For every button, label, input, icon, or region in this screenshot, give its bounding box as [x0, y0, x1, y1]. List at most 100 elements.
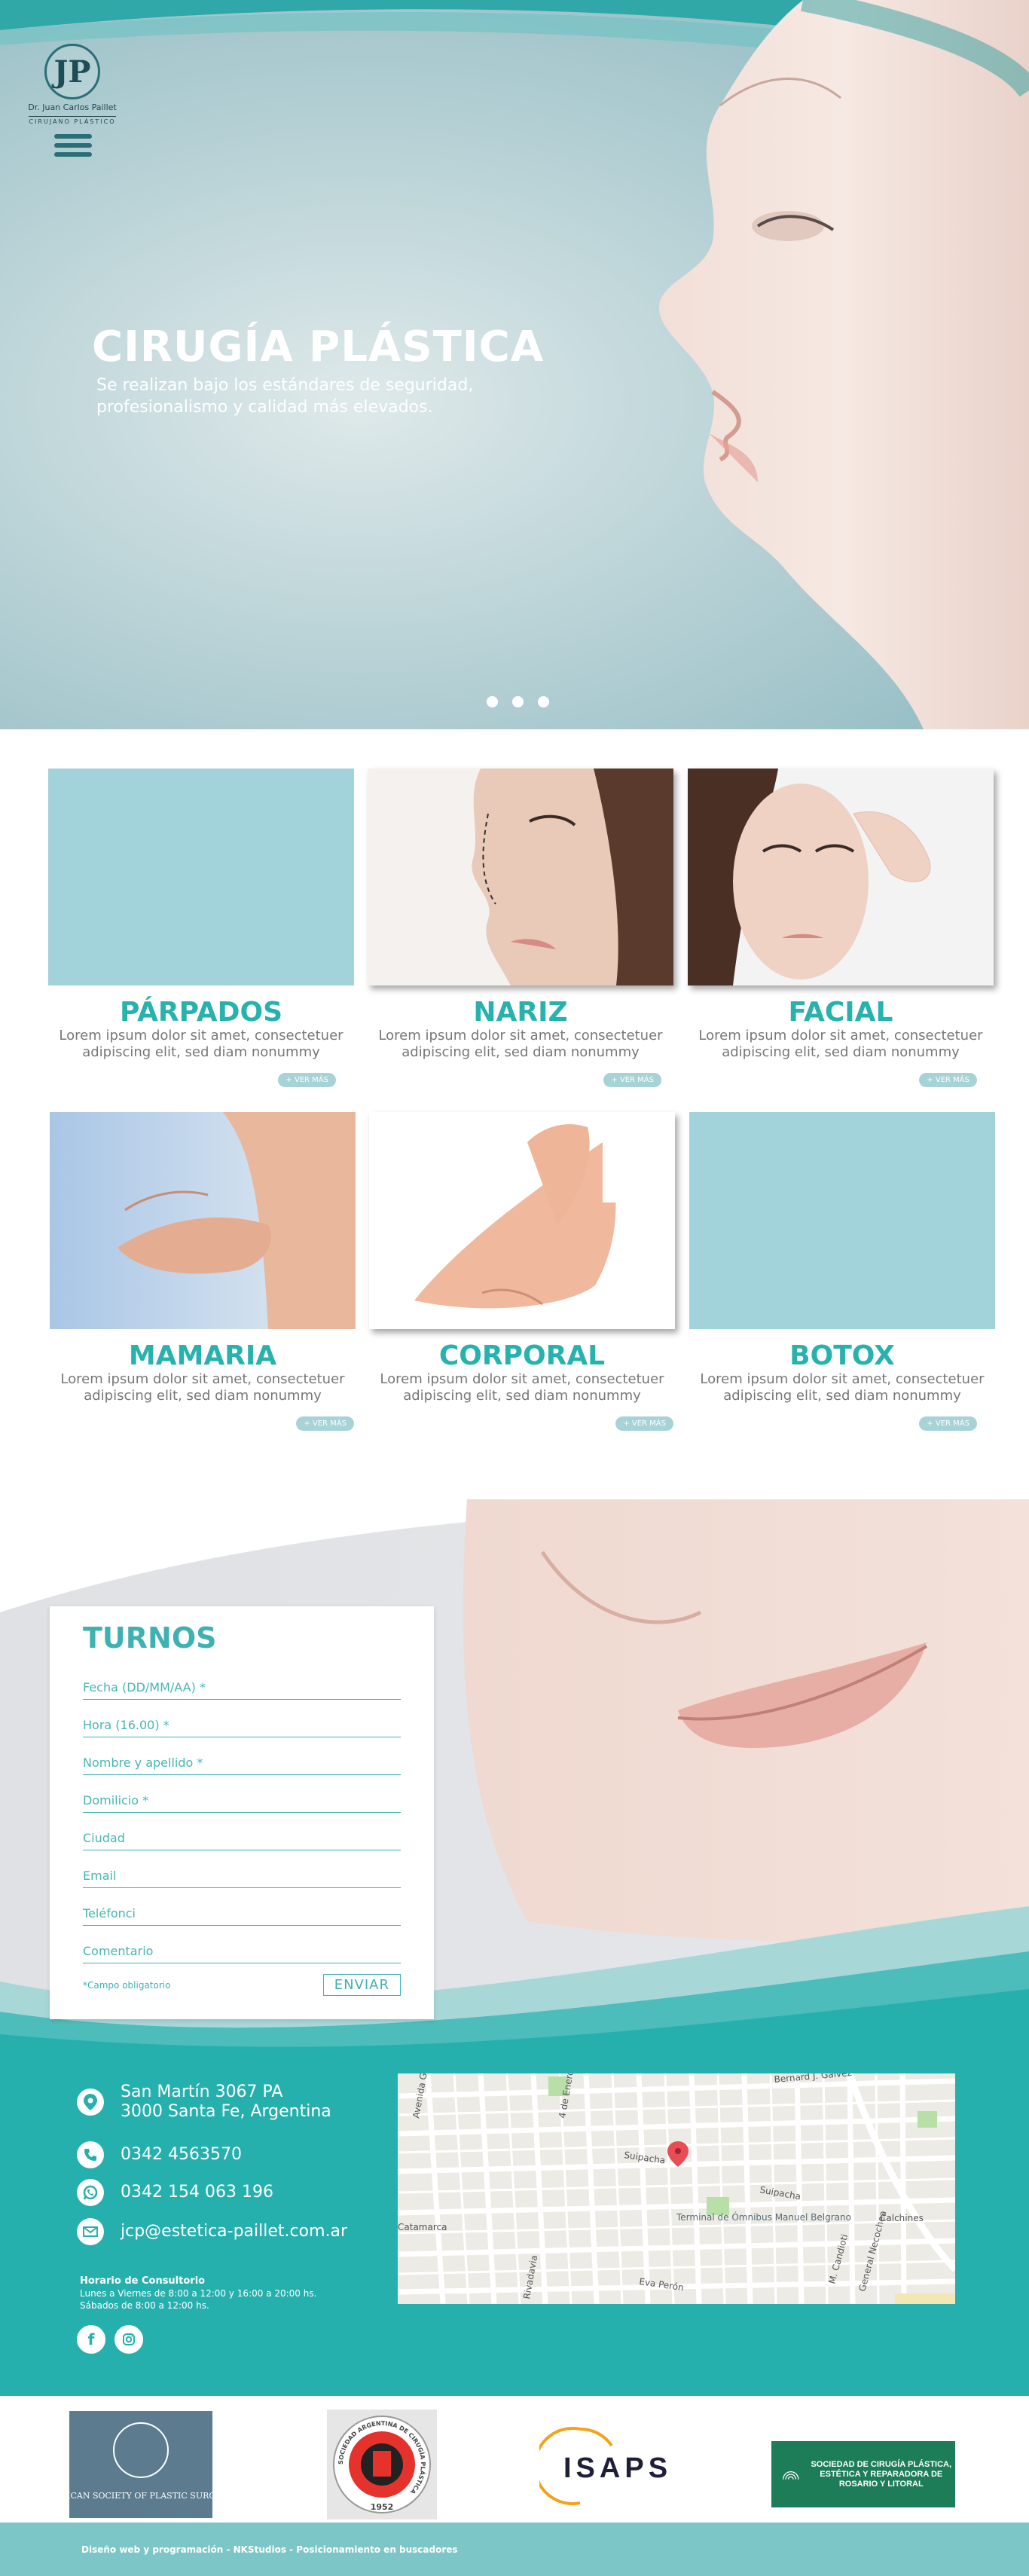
ver-mas-button[interactable]: + VER MÁS: [603, 1073, 661, 1087]
sccp-logo[interactable]: SOCIEDAD DE CIRUGÍA PLÁSTICA, ESTÉTICA Y…: [771, 2441, 955, 2507]
service-card-nariz: NARIZ Lorem ipsum dolor sit amet, consec…: [368, 769, 673, 1087]
service-title: FACIAL: [788, 997, 893, 1028]
social-links: f: [77, 2325, 143, 2354]
field-email: [83, 1850, 401, 1888]
service-card-botox: BOTOX Lorem ipsum dolor sit amet, consec…: [689, 1112, 995, 1431]
service-image-corporal: [369, 1112, 675, 1329]
slider-dot-2[interactable]: [512, 696, 524, 707]
phone-number: 0342 4563570: [121, 2145, 242, 2164]
ver-mas-button[interactable]: + VER MÁS: [296, 1416, 354, 1431]
ver-mas-button[interactable]: + VER MÁS: [919, 1073, 977, 1087]
service-title: BOTOX: [789, 1340, 895, 1371]
service-image-placeholder: [689, 1112, 995, 1329]
service-image-facial: [688, 769, 994, 985]
services-grid: PÁRPADOS Lorem ipsum dolor sit amet, con…: [0, 769, 1029, 1469]
hero-title: CIRUGÍA PLÁSTICA: [92, 322, 545, 371]
horario-line2: Sábados de 8:00 a 12:00 hs.: [80, 2300, 209, 2311]
email-input[interactable]: [83, 1869, 401, 1883]
slider-dot-3[interactable]: [538, 696, 549, 707]
nombre-input[interactable]: [83, 1756, 401, 1770]
field-nombre: [83, 1737, 401, 1775]
service-description: Lorem ipsum dolor sit amet, consectetuer…: [59, 1028, 344, 1060]
service-card-parpados: PÁRPADOS Lorem ipsum dolor sit amet, con…: [48, 769, 354, 1087]
horario-line1: Lunes a Viernes de 8:00 a 12:00 y 16:00 …: [80, 2288, 317, 2299]
telefono-input[interactable]: [83, 1906, 401, 1921]
services-section: PÁRPADOS Lorem ipsum dolor sit amet, con…: [0, 729, 1029, 1469]
service-image-placeholder: [48, 769, 354, 985]
service-description: Lorem ipsum dolor sit amet, consectetuer…: [60, 1371, 345, 1404]
logo-letters: JP: [53, 53, 91, 90]
service-card-facial: FACIAL Lorem ipsum dolor sit amet, conse…: [688, 769, 994, 1087]
ciudad-input[interactable]: [83, 1831, 401, 1845]
address-row: San Martín 3067 PA 3000 Santa Fe, Argent…: [77, 2082, 331, 2122]
domicilio-input[interactable]: [83, 1793, 401, 1807]
ver-mas-button[interactable]: + VER MÁS: [278, 1073, 336, 1087]
contact-section: San Martín 3067 PA 3000 Santa Fe, Argent…: [0, 2051, 1029, 2396]
required-note: *Campo obligatorio: [83, 1979, 171, 1991]
whatsapp-row[interactable]: 0342 154 063 196: [77, 2179, 273, 2206]
sacp-year: 1952: [371, 2502, 394, 2512]
location-pin-icon: [77, 2089, 104, 2116]
email-row[interactable]: jcp@estetica-paillet.com.ar: [77, 2218, 347, 2245]
service-image-mamaria: [50, 1112, 356, 1329]
asps-logo[interactable]: AMERICAN SOCIETY OF PLASTIC SURGEONS: [40, 2411, 241, 2518]
turnos-section: TURNOS *Campo obligatorio ENVIAR: [0, 1499, 1029, 2057]
footer-credits-link[interactable]: Diseño web y programación - NKStudios - …: [81, 2544, 458, 2555]
phone-icon: [77, 2141, 104, 2168]
fecha-input[interactable]: [83, 1680, 401, 1694]
address-line1: San Martín 3067 PA: [121, 2082, 283, 2101]
field-telefono: [83, 1888, 401, 1926]
partner-logos: AMERICAN SOCIETY OF PLASTIC SURGEONS SOC…: [0, 2396, 1029, 2523]
enviar-button[interactable]: ENVIAR: [322, 1974, 401, 1996]
asps-logo-text: AMERICAN SOCIETY OF PLASTIC SURGEONS: [69, 2491, 212, 2501]
horario-title: Horario de Consultorio: [80, 2275, 206, 2287]
service-description: Lorem ipsum dolor sit amet, consectetuer…: [700, 1371, 985, 1404]
location-map[interactable]: Avenida Gral. Paz 4 de Enero Bernard J. …: [398, 2073, 955, 2304]
turnos-form: TURNOS *Campo obligatorio ENVIAR: [50, 1606, 434, 2019]
field-domicilio: [83, 1775, 401, 1813]
sccp-logo-text: SOCIEDAD DE CIRUGÍA PLÁSTICA, ESTÉTICA Y…: [811, 2459, 952, 2489]
facebook-icon[interactable]: f: [77, 2325, 105, 2354]
hora-input[interactable]: [83, 1718, 401, 1732]
phone-row[interactable]: 0342 4563570: [77, 2141, 242, 2168]
service-image-nariz: [368, 769, 673, 985]
field-comentario: [83, 1926, 401, 1963]
logo-name: Dr. Juan Carlos Paillet: [28, 102, 117, 112]
sccp-arc-icon: [783, 2471, 799, 2480]
comentario-input[interactable]: [83, 1944, 401, 1958]
mail-icon: [77, 2218, 104, 2245]
menu-hamburger-icon[interactable]: [54, 134, 92, 160]
sacp-logo[interactable]: SOCIEDAD ARGENTINA DE CIRUGÍA PLÁSTICA 1…: [327, 2409, 437, 2519]
hero-face-image: [658, 0, 1029, 729]
logo-subtitle: CIRUJANO PLÁSTICO: [29, 116, 116, 125]
service-description: Lorem ipsum dolor sit amet, consectetuer…: [378, 1028, 663, 1060]
service-card-mamaria: MAMARIA Lorem ipsum dolor sit amet, cons…: [50, 1112, 356, 1431]
slider-dots: [487, 696, 549, 707]
service-title: NARIZ: [473, 997, 568, 1028]
map-poi-terminal: Terminal de Ómnibus Manuel Belgrano: [676, 2211, 851, 2223]
hero-subtitle: Se realizan bajo los estándares de segur…: [96, 376, 474, 417]
address-line2: 3000 Santa Fe, Argentina: [121, 2102, 331, 2121]
service-description: Lorem ipsum dolor sit amet, consectetuer…: [698, 1028, 983, 1060]
footer: Diseño web y programación - NKStudios - …: [0, 2523, 1029, 2576]
site-logo[interactable]: JP Dr. Juan Carlos Paillet CIRUJANO PLÁS…: [20, 44, 125, 127]
isaps-logo-text: ISAPS: [563, 2452, 672, 2484]
service-title: MAMARIA: [128, 1340, 277, 1371]
field-ciudad: [83, 1813, 401, 1850]
form-title: TURNOS: [83, 1621, 217, 1655]
map-label-catamarca: Catamarca: [398, 2222, 447, 2232]
horario-block: Horario de Consultorio Lunes a Viernes d…: [80, 2275, 316, 2312]
ver-mas-button[interactable]: + VER MÁS: [615, 1416, 673, 1431]
service-title: PÁRPADOS: [119, 997, 283, 1028]
field-fecha: [83, 1662, 401, 1700]
whatsapp-number: 0342 154 063 196: [121, 2183, 273, 2202]
field-hora: [83, 1700, 401, 1737]
whatsapp-icon: [77, 2179, 104, 2206]
email-address: jcp@estetica-paillet.com.ar: [121, 2222, 348, 2241]
ver-mas-button[interactable]: + VER MÁS: [919, 1416, 977, 1431]
isaps-logo[interactable]: ISAPS: [533, 2425, 690, 2507]
slider-dot-1[interactable]: [487, 696, 498, 707]
logo-emblem: JP: [44, 44, 100, 99]
service-description: Lorem ipsum dolor sit amet, consectetuer…: [380, 1371, 664, 1404]
instagram-icon[interactable]: [115, 2325, 143, 2354]
